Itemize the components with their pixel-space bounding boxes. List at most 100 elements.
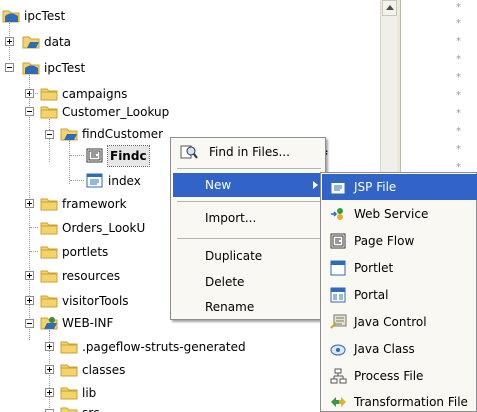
submenu-item-transformation-file[interactable]: Transformation File: [322, 389, 477, 412]
tree-item-web-inf[interactable]: WEB-INF: [40, 313, 170, 333]
expand-toggle[interactable]: [25, 199, 34, 208]
submenu-item-label: Portlet: [354, 261, 394, 275]
tree-item-src[interactable]: src: [60, 403, 160, 412]
folder-icon: [40, 88, 58, 101]
submenu-item-java-control[interactable]: Java Control: [322, 309, 477, 335]
collapse-toggle[interactable]: [25, 107, 34, 116]
tree-item-visitortools[interactable]: visitorTools: [40, 291, 170, 311]
expand-toggle[interactable]: [45, 342, 54, 351]
collapse-toggle[interactable]: [45, 130, 54, 139]
tree-item-lib[interactable]: lib: [60, 383, 160, 403]
tree-item-findcustomer-pageflow[interactable]: Findc: [86, 145, 176, 167]
tree-item-resources[interactable]: resources: [40, 266, 170, 286]
menu-item-rename[interactable]: Rename: [173, 295, 324, 319]
new-submenu: JSP File Web Service Page Flow Portlet P…: [320, 172, 477, 412]
portlet-icon: [330, 260, 346, 276]
comment-marker: *: [456, 18, 461, 29]
folder-icon: [40, 106, 58, 119]
collapse-toggle[interactable]: [25, 319, 34, 328]
submenu-item-java-class[interactable]: Java Class: [322, 336, 477, 362]
tree-item-label: classes: [82, 363, 126, 377]
tree-line: [30, 93, 38, 94]
tree-item-label: WEB-INF: [62, 316, 114, 330]
tree-item-label: Findc: [107, 145, 150, 167]
menu-item-duplicate[interactable]: Duplicate: [173, 244, 324, 268]
submenu-item-portal[interactable]: Portal: [322, 282, 477, 308]
menu-item-import[interactable]: Import...: [173, 206, 324, 230]
page-flow-icon: [330, 233, 346, 249]
submenu-item-process-file[interactable]: Process File: [322, 363, 477, 389]
expand-toggle[interactable]: [25, 296, 34, 305]
tree-item-label: findCustomer: [82, 127, 164, 141]
tree-item-customer-lookup[interactable]: Customer_Lookup: [40, 102, 210, 122]
find-in-files-icon: [180, 145, 198, 159]
menu-item-label: Import...: [205, 211, 257, 225]
open-folder-icon: [60, 407, 78, 412]
comment-marker: *: [456, 54, 461, 65]
tree-item-framework[interactable]: framework: [40, 194, 170, 214]
tree-item-ipctest[interactable]: ipcTest: [20, 58, 140, 78]
tree-item-label: src: [82, 403, 100, 412]
tree-item-classes[interactable]: classes: [60, 360, 190, 380]
menu-separator: [177, 168, 321, 169]
process-file-icon: [330, 368, 347, 384]
project-folder-icon: [2, 10, 20, 23]
expand-toggle[interactable]: [45, 365, 54, 374]
comment-marker: *: [456, 90, 461, 101]
expand-toggle[interactable]: [25, 271, 34, 280]
expand-toggle[interactable]: [5, 37, 14, 46]
expand-toggle[interactable]: [45, 388, 54, 397]
comment-marker: *: [456, 72, 461, 83]
folder-icon: [40, 295, 58, 308]
jsp-file-icon: [330, 179, 346, 195]
folder-icon: [60, 364, 78, 377]
comment-marker: *: [456, 126, 461, 137]
submenu-arrow-icon: [313, 181, 318, 189]
comment-marker: *: [456, 144, 461, 155]
menu-item-label: Delete: [205, 275, 245, 289]
web-inf-folder-icon: [40, 317, 58, 330]
menu-item-new[interactable]: New: [173, 173, 324, 197]
menu-item-label: Find in Files...: [209, 145, 290, 159]
java-control-icon: [330, 314, 347, 329]
web-project-folder-icon: [22, 62, 40, 75]
folder-icon: [40, 246, 58, 259]
submenu-item-page-flow[interactable]: Page Flow: [322, 228, 477, 254]
tree-item-label: framework: [62, 197, 127, 211]
submenu-item-jsp-file[interactable]: JSP File: [322, 174, 477, 200]
context-menu: Find in Files... New Import... Duplicate…: [170, 137, 326, 320]
tree-item-portlets[interactable]: portlets: [40, 242, 170, 262]
tree-item-campaigns[interactable]: campaigns: [40, 84, 180, 104]
menu-separator: [177, 201, 321, 202]
folder-icon: [22, 36, 40, 49]
tree-item-orders-lookup[interactable]: Orders_LookU: [40, 218, 170, 238]
comment-marker: *: [456, 36, 461, 47]
tree-line: [70, 180, 84, 181]
tree-item-label: Customer_Lookup: [62, 105, 170, 119]
tree-item-ipctest-root[interactable]: ipcTest: [0, 6, 160, 26]
submenu-item-label: JSP File: [354, 180, 397, 194]
comment-marker: *: [456, 2, 461, 13]
submenu-item-portlet[interactable]: Portlet: [322, 255, 477, 281]
submenu-item-label: Java Class: [354, 342, 415, 356]
jsp-file-icon: [86, 173, 103, 188]
tree-item-label: data: [44, 35, 72, 49]
tree-line: [70, 155, 84, 156]
tree-item-data[interactable]: data: [20, 32, 140, 52]
tree-item-pageflow-struts-generated[interactable]: .pageflow-struts-generated: [60, 337, 290, 357]
menu-item-label: New: [205, 178, 232, 192]
tree-item-label: .pageflow-struts-generated: [82, 340, 246, 354]
open-folder-icon: [60, 128, 78, 141]
transformation-file-icon: [331, 397, 346, 407]
tree-item-index[interactable]: index: [86, 171, 176, 191]
collapse-toggle[interactable]: [5, 63, 14, 72]
java-class-icon: [330, 344, 346, 356]
tree-item-label: visitorTools: [62, 294, 129, 308]
menu-item-find-in-files[interactable]: Find in Files...: [173, 140, 324, 164]
web-service-icon: [331, 208, 343, 220]
comment-marker: *: [456, 108, 461, 119]
submenu-item-web-service[interactable]: Web Service: [322, 201, 477, 227]
scroll-up-button[interactable]: [382, 0, 397, 16]
folder-icon: [40, 222, 58, 235]
menu-item-delete[interactable]: Delete: [173, 270, 324, 294]
